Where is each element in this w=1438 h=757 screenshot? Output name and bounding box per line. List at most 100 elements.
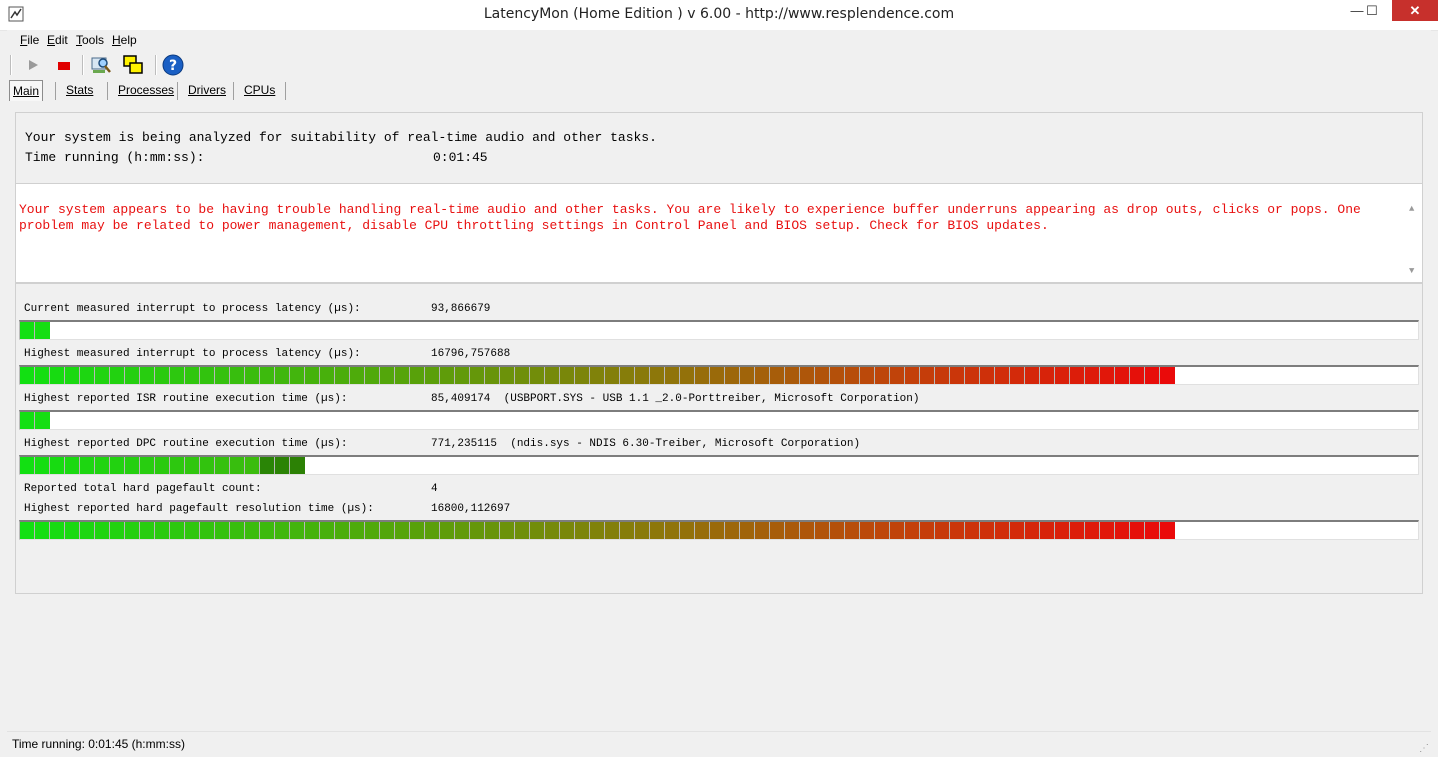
meter-segment — [800, 522, 815, 539]
status-bar: Time running: 0:01:45 (h:mm:ss) ⋰ — [7, 731, 1431, 757]
maximize-button[interactable]: ☐ — [1362, 0, 1382, 22]
meter-segment — [65, 367, 80, 384]
meter-segment — [680, 522, 695, 539]
meter-segment — [275, 522, 290, 539]
tab-cpus[interactable]: CPUs — [241, 80, 278, 100]
menu-edit[interactable]: Edit — [47, 33, 68, 47]
pagefault-time-value: 16800,112697 — [431, 503, 511, 515]
meter-segment — [155, 457, 170, 474]
meter-segment — [50, 522, 65, 539]
isr-time-meter — [19, 410, 1419, 430]
meter-segment — [395, 367, 410, 384]
meter-segment — [455, 367, 470, 384]
meter-segment — [260, 522, 275, 539]
meter-segment — [470, 367, 485, 384]
meter-segment — [275, 457, 290, 474]
help-icon: ? — [162, 54, 184, 76]
meter-segment — [1055, 367, 1070, 384]
meter-segment — [185, 367, 200, 384]
meter-segment — [920, 367, 935, 384]
meter-segment — [995, 367, 1010, 384]
menu-tools[interactable]: Tools — [76, 33, 104, 47]
meter-segment — [380, 522, 395, 539]
windows-icon — [123, 55, 143, 74]
meter-segment — [935, 522, 950, 539]
resize-grip-icon[interactable]: ⋰ — [1419, 743, 1429, 754]
meter-segment — [260, 457, 275, 474]
search-settings-button[interactable] — [89, 53, 113, 77]
close-button[interactable]: ✕ — [1392, 0, 1438, 21]
meter-segment — [95, 367, 110, 384]
tab-processes[interactable]: Processes — [115, 80, 177, 100]
meter-segment — [545, 522, 560, 539]
meter-segment — [95, 522, 110, 539]
tab-stats[interactable]: Stats — [63, 80, 96, 100]
meter-segment — [725, 367, 740, 384]
tab-drivers[interactable]: Drivers — [185, 80, 229, 100]
meter-segment — [575, 367, 590, 384]
analysis-status-text: Your system is being analyzed for suitab… — [25, 130, 657, 145]
highest-latency-value: 16796,757688 — [431, 348, 511, 360]
meter-segment — [125, 522, 140, 539]
scroll-up-icon[interactable]: ▲ — [1409, 204, 1414, 214]
meter-segment — [980, 522, 995, 539]
search-settings-icon — [91, 57, 111, 73]
meter-segment — [65, 522, 80, 539]
meter-segment — [230, 522, 245, 539]
meter-segment — [170, 457, 185, 474]
meter-segment — [35, 412, 50, 429]
meter-segment — [755, 367, 770, 384]
meter-segment — [665, 367, 680, 384]
highest-latency-label: Highest measured interrupt to process la… — [24, 348, 361, 360]
meter-segment — [20, 322, 35, 339]
meter-segment — [995, 522, 1010, 539]
meter-segment — [170, 522, 185, 539]
meter-segment — [110, 457, 125, 474]
windows-button[interactable] — [121, 53, 145, 77]
meter-segment — [320, 522, 335, 539]
meter-segment — [1085, 367, 1100, 384]
meter-segment — [500, 367, 515, 384]
meter-segment — [890, 522, 905, 539]
meter-segment — [155, 367, 170, 384]
meter-fill — [20, 367, 1175, 384]
meter-segment — [1085, 522, 1100, 539]
meter-segment — [260, 367, 275, 384]
meter-segment — [860, 522, 875, 539]
meter-segment — [1145, 367, 1160, 384]
toolbar-separator — [10, 55, 12, 75]
scroll-down-icon[interactable]: ▼ — [1409, 266, 1414, 276]
meter-fill — [20, 522, 1175, 539]
stop-button[interactable] — [52, 53, 76, 77]
meter-segment — [1130, 522, 1145, 539]
meter-segment — [305, 522, 320, 539]
meter-segment — [410, 367, 425, 384]
meter-segment — [815, 367, 830, 384]
dpc-time-meter — [19, 455, 1419, 475]
meter-segment — [410, 522, 425, 539]
meter-segment — [650, 367, 665, 384]
pagefault-count-label: Reported total hard pagefault count: — [24, 483, 262, 495]
conclusion-message-box[interactable]: Your system appears to be having trouble… — [15, 183, 1423, 283]
meter-segment — [185, 457, 200, 474]
message-scrollbar[interactable]: ▲ ▼ — [1405, 184, 1422, 282]
meter-segment — [560, 367, 575, 384]
tab-bar: Main Stats Processes Drivers CPUs — [7, 80, 1431, 102]
meter-segment — [140, 367, 155, 384]
menu-file[interactable]: File — [20, 33, 39, 47]
meter-segment — [485, 522, 500, 539]
meter-segment — [965, 367, 980, 384]
meter-segment — [650, 522, 665, 539]
tab-main[interactable]: Main — [9, 80, 44, 101]
meter-segment — [1040, 522, 1055, 539]
menu-help[interactable]: Help — [112, 33, 137, 47]
pagefault-time-label: Highest reported hard pagefault resoluti… — [24, 503, 374, 515]
meter-segment — [1070, 367, 1085, 384]
tab-separator — [107, 82, 108, 100]
meter-segment — [35, 322, 50, 339]
help-button[interactable]: ? — [161, 53, 185, 77]
play-button[interactable] — [21, 53, 45, 77]
menu-bar: File Edit Tools Help — [7, 30, 1431, 50]
tab-separator — [177, 82, 178, 100]
meter-segment — [515, 522, 530, 539]
